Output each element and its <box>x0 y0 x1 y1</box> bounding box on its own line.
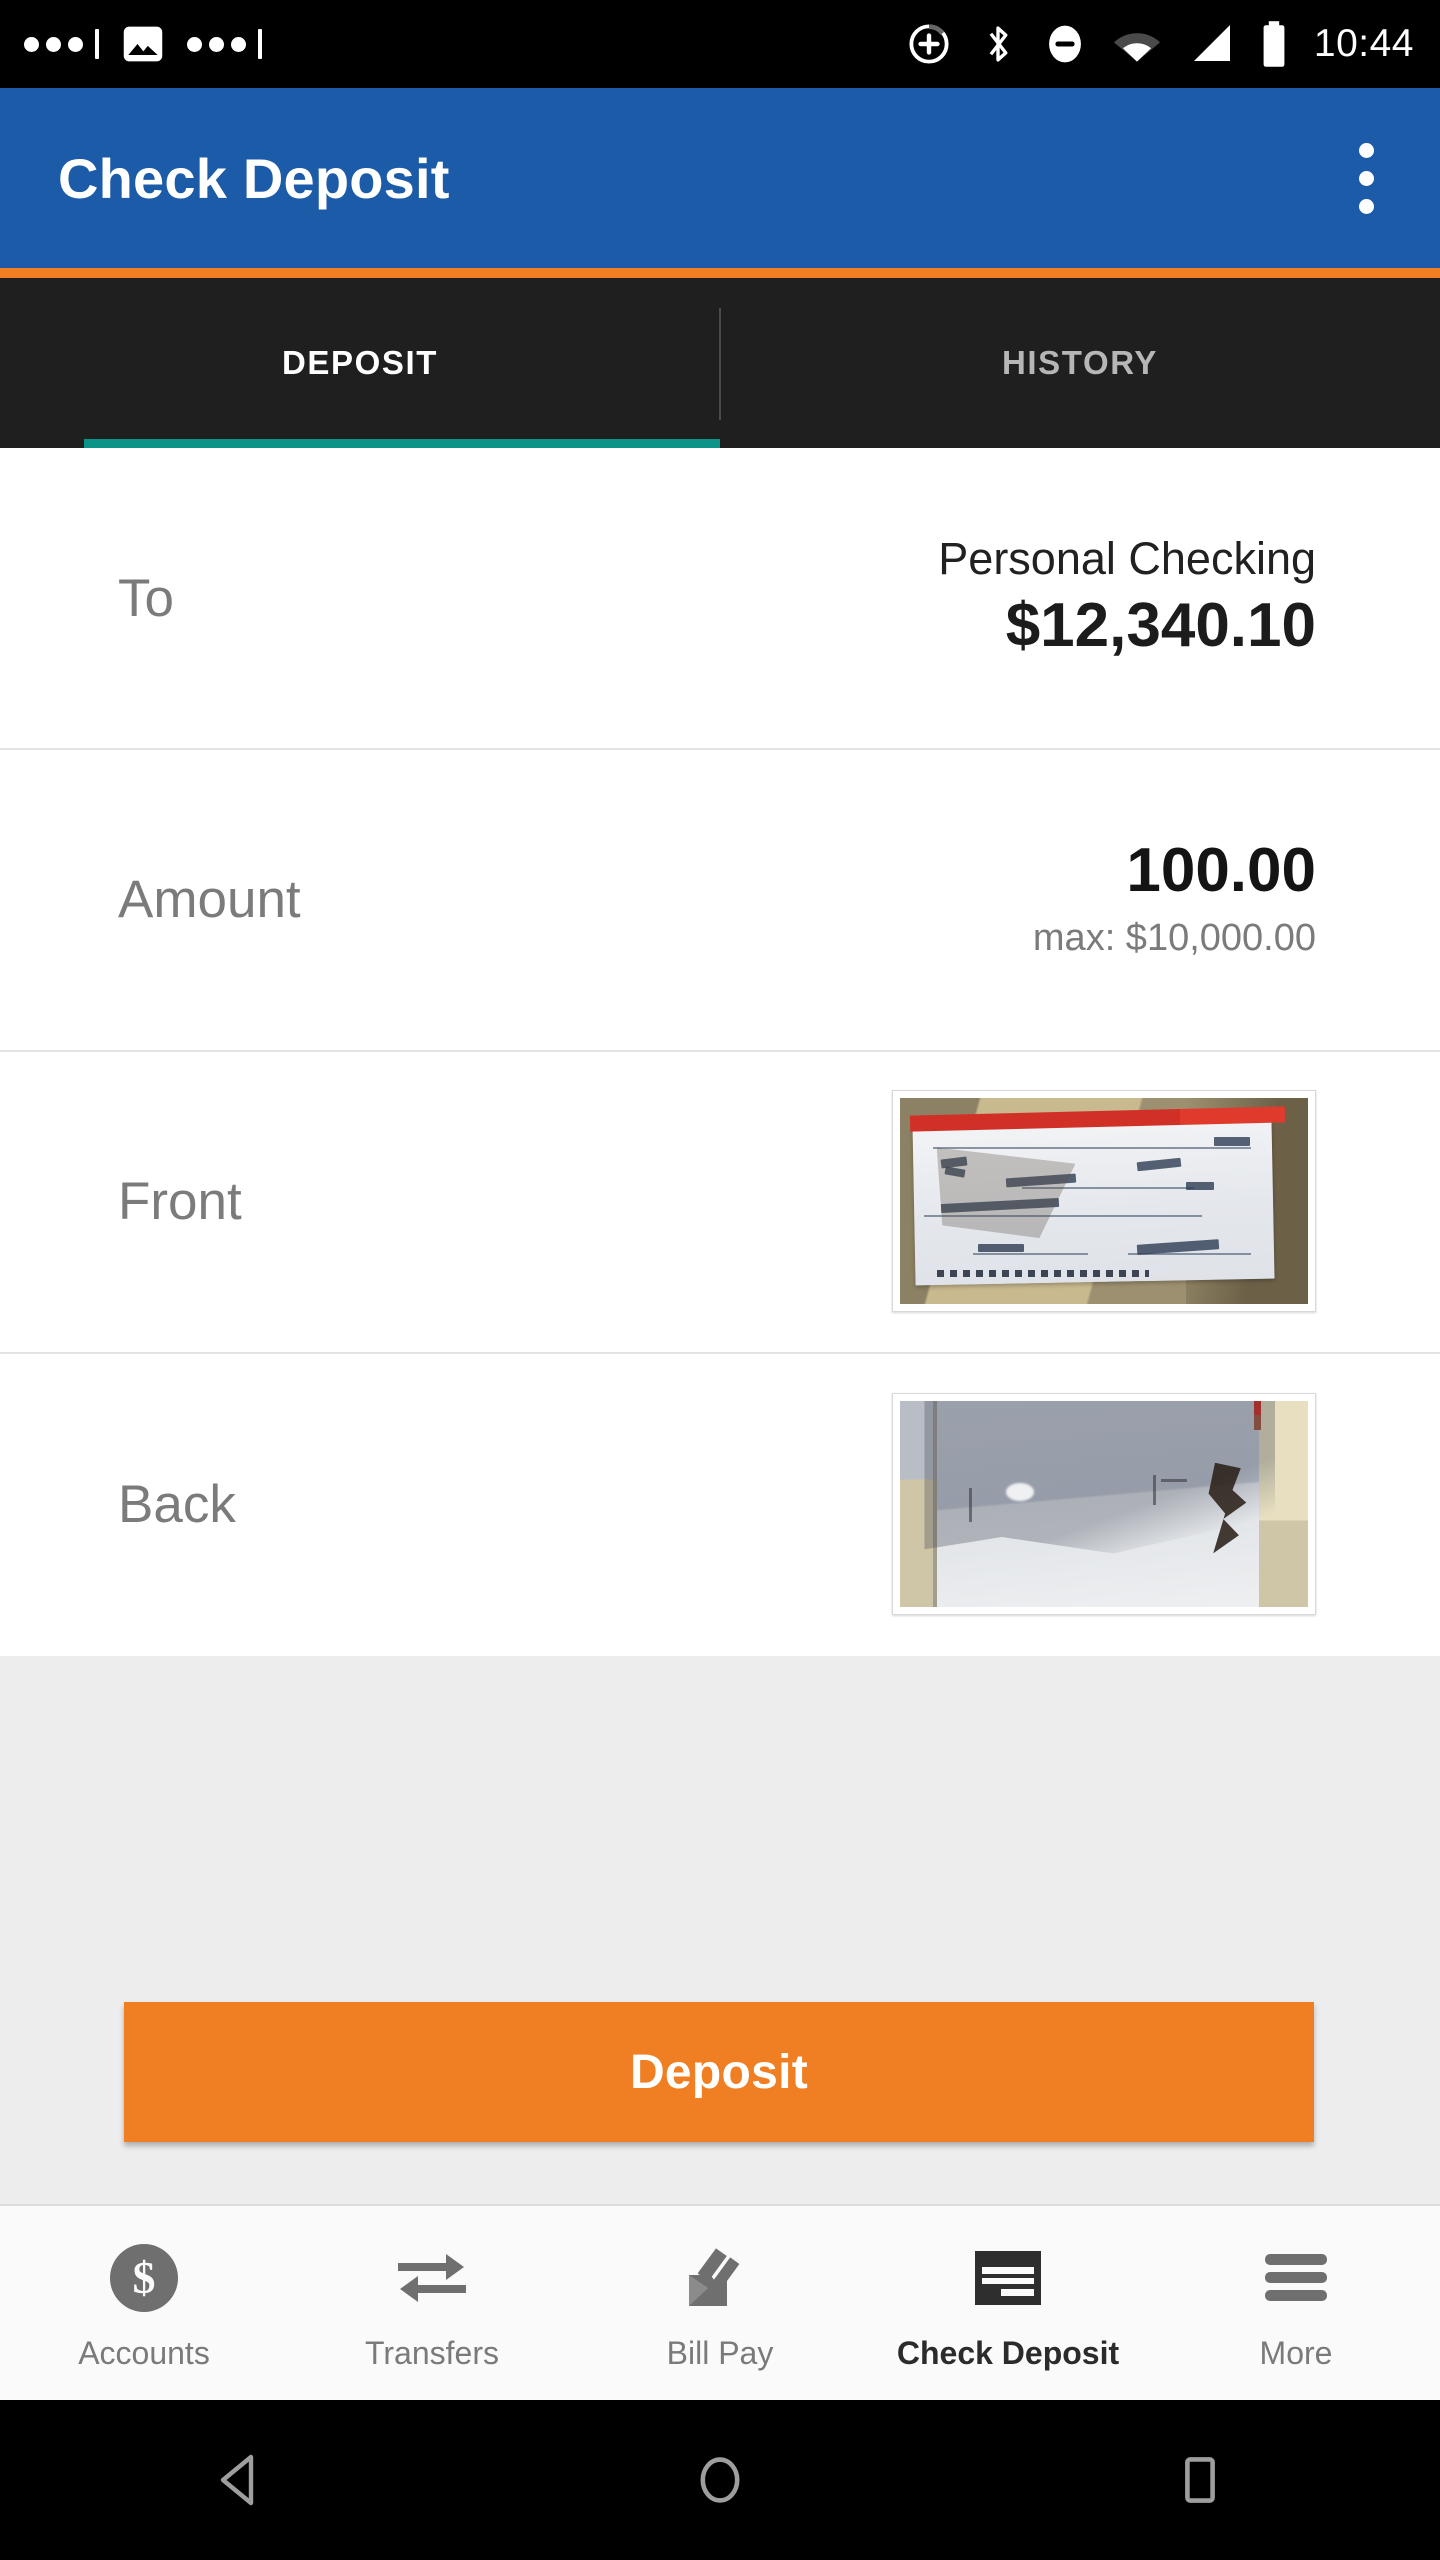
accent-divider <box>0 268 1440 278</box>
bottom-navigation: $ Accounts Transfers Bill Pay Check Depo… <box>0 2204 1440 2400</box>
bluetooth-icon <box>989 26 1008 62</box>
deposit-form: To Personal Checking $12,340.10 Amount 1… <box>0 448 1440 1656</box>
form-row-to[interactable]: To Personal Checking $12,340.10 <box>0 448 1440 748</box>
tab-deposit[interactable]: DEPOSIT <box>0 278 720 448</box>
overflow-menu-button[interactable] <box>1337 129 1396 228</box>
nav-item-transfers[interactable]: Transfers <box>288 2206 576 2400</box>
nav-label-more: More <box>1259 2334 1333 2371</box>
nav-label-bill-pay: Bill Pay <box>666 2334 774 2371</box>
transfer-arrows-icon <box>394 2241 470 2315</box>
check-back-photo <box>900 1401 1308 1607</box>
dollar-circle-icon: $ <box>110 2241 178 2315</box>
app-bar: Check Deposit <box>0 88 1440 268</box>
amount-max-hint: max: $10,000.00 <box>1032 916 1316 959</box>
to-label: To <box>118 568 174 628</box>
nav-item-bill-pay[interactable]: Bill Pay <box>576 2206 864 2400</box>
nav-item-more[interactable]: More <box>1152 2206 1440 2400</box>
battery-icon <box>1263 21 1285 67</box>
cellular-signal-icon <box>1193 25 1230 61</box>
recents-button[interactable] <box>960 2451 1440 2509</box>
envelope-pen-icon <box>683 2241 757 2315</box>
account-name: Personal Checking <box>938 532 1316 584</box>
nav-item-check-deposit[interactable]: Check Deposit <box>864 2206 1152 2400</box>
amount-value-group: 100.00 max: $10,000.00 <box>1033 836 1316 961</box>
deposit-button[interactable]: Deposit <box>124 2002 1314 2142</box>
tab-history[interactable]: HISTORY <box>720 278 1440 448</box>
nav-label-accounts: Accounts <box>78 2334 210 2371</box>
nav-label-check-deposit: Check Deposit <box>896 2334 1120 2371</box>
notification-dots-icon <box>24 29 99 59</box>
front-image-group <box>892 1090 1316 1312</box>
image-icon <box>123 26 163 62</box>
account-balance: $12,340.10 <box>1005 590 1316 660</box>
amount-value[interactable]: 100.00 <box>1126 836 1316 905</box>
amount-label: Amount <box>118 869 301 929</box>
form-row-back[interactable]: Back <box>0 1352 1440 1656</box>
wifi-icon <box>1113 33 1160 62</box>
cta-area: Deposit <box>0 1656 1440 2204</box>
back-image-group <box>892 1393 1316 1615</box>
check-back-thumbnail[interactable] <box>892 1393 1316 1615</box>
tab-history-label: HISTORY <box>1001 344 1159 381</box>
do-not-disturb-icon <box>1048 25 1081 63</box>
back-button[interactable] <box>0 2451 480 2509</box>
phone-screen: 10:44 Check Deposit DEPOSIT HISTORY To P… <box>0 0 1440 2560</box>
home-button[interactable] <box>480 2451 960 2509</box>
nav-label-transfers: Transfers <box>365 2334 499 2371</box>
status-bar-right-icons: 10:44 <box>906 20 1414 68</box>
tab-active-indicator <box>84 439 720 448</box>
add-circle-icon <box>909 24 949 64</box>
front-label: Front <box>118 1171 242 1231</box>
nav-item-accounts[interactable]: $ Accounts <box>0 2206 288 2400</box>
page-title: Check Deposit <box>58 146 450 210</box>
back-label: Back <box>118 1474 236 1534</box>
check-front-photo <box>900 1098 1308 1304</box>
check-icon <box>975 2241 1041 2315</box>
form-row-amount[interactable]: Amount 100.00 max: $10,000.00 <box>0 748 1440 1050</box>
check-front-thumbnail[interactable] <box>892 1090 1316 1312</box>
tab-deposit-label: DEPOSIT <box>281 344 439 381</box>
notification-dots-icon-2 <box>187 29 262 59</box>
to-value-group: Personal Checking $12,340.10 <box>938 533 1316 664</box>
deposit-button-label: Deposit <box>629 2045 809 2099</box>
tab-bar: DEPOSIT HISTORY <box>0 278 1440 448</box>
status-bar-clock: 10:44 <box>1313 22 1414 65</box>
status-bar-left-icons <box>24 22 262 66</box>
form-row-front[interactable]: Front <box>0 1050 1440 1352</box>
tab-divider <box>719 308 721 420</box>
status-bar: 10:44 <box>0 0 1440 88</box>
android-navigation-bar <box>0 2400 1440 2560</box>
hamburger-icon <box>1265 2241 1327 2315</box>
